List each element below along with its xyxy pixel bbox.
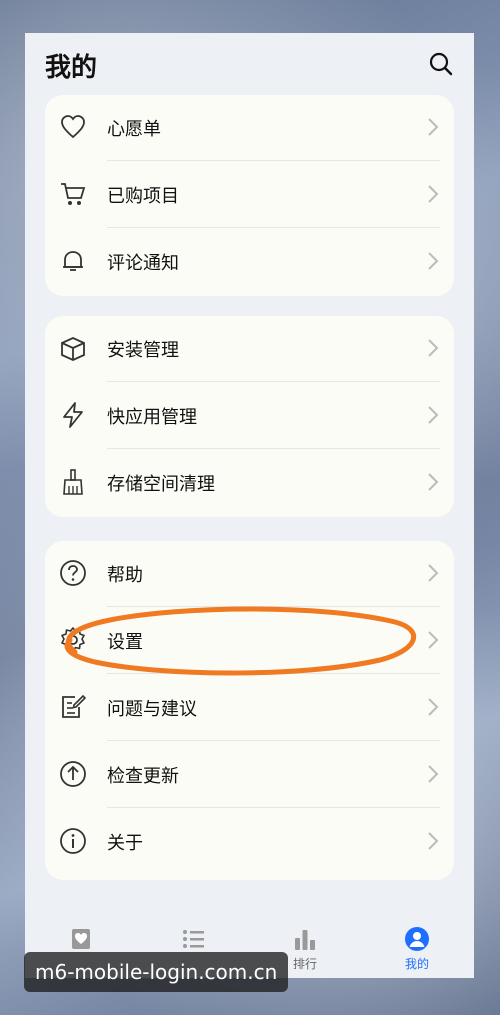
heart-icon	[68, 926, 94, 952]
list-icon	[180, 926, 206, 952]
page-title: 我的	[45, 53, 98, 83]
menu-item-label: 存储空间清理	[107, 474, 215, 495]
divider	[107, 448, 440, 449]
box-icon	[59, 334, 87, 362]
menu-group-3: 帮助 设置 问题与建议 检查更新 关于	[45, 541, 454, 880]
divider	[107, 673, 440, 674]
menu-item-label: 关于	[107, 833, 143, 854]
chevron-right-icon	[426, 251, 440, 271]
heart-icon	[59, 113, 87, 141]
menu-item-feedback[interactable]: 问题与建议	[45, 675, 454, 741]
menu-item-label: 心愿单	[107, 119, 161, 140]
divider	[107, 160, 440, 161]
broom-icon	[59, 468, 87, 496]
menu-item-label: 快应用管理	[107, 407, 197, 428]
chevron-right-icon	[426, 338, 440, 358]
divider	[107, 807, 440, 808]
chevron-right-icon	[426, 405, 440, 425]
chevron-right-icon	[426, 472, 440, 492]
chevron-right-icon	[426, 630, 440, 650]
gear-icon	[59, 626, 87, 654]
feedback-icon	[59, 693, 87, 721]
menu-item-label: 评论通知	[107, 253, 179, 274]
menu-item-label: 问题与建议	[107, 699, 197, 720]
chevron-right-icon	[426, 563, 440, 583]
menu-item-label: 检查更新	[107, 766, 179, 787]
tab-mine[interactable]: 我的	[361, 920, 473, 978]
divider	[107, 606, 440, 607]
chevron-right-icon	[426, 117, 440, 137]
cart-icon	[59, 180, 87, 208]
search-icon[interactable]	[428, 51, 454, 77]
menu-item-label: 安装管理	[107, 340, 179, 361]
menu-item-install-manage[interactable]: 安装管理	[45, 316, 454, 382]
divider	[107, 381, 440, 382]
menu-item-check-update[interactable]: 检查更新	[45, 742, 454, 808]
chevron-right-icon	[426, 831, 440, 851]
header: 我的	[25, 33, 474, 95]
watermark: m6-mobile-login.com.cn	[24, 952, 289, 992]
menu-item-storage-clean[interactable]: 存储空间清理	[45, 450, 454, 516]
divider	[107, 227, 440, 228]
chevron-right-icon	[426, 184, 440, 204]
menu-item-label: 帮助	[107, 565, 143, 586]
menu-item-purchased[interactable]: 已购项目	[45, 162, 454, 228]
chevron-right-icon	[426, 764, 440, 784]
divider	[107, 740, 440, 741]
person-icon	[404, 926, 430, 952]
question-icon	[59, 559, 87, 587]
menu-group-2: 安装管理 快应用管理 存储空间清理	[45, 316, 454, 517]
menu-item-label: 已购项目	[107, 186, 179, 207]
menu-item-wishlist[interactable]: 心愿单	[45, 95, 454, 161]
menu-item-comment-notify[interactable]: 评论通知	[45, 229, 454, 295]
menu-group-1: 心愿单 已购项目 评论通知	[45, 95, 454, 296]
menu-item-label: 设置	[107, 632, 143, 653]
menu-item-quick-app[interactable]: 快应用管理	[45, 383, 454, 449]
upload-icon	[59, 760, 87, 788]
tab-label: 我的	[404, 957, 429, 971]
menu-item-settings[interactable]: 设置	[45, 608, 454, 674]
bell-icon	[59, 247, 87, 275]
menu-item-about[interactable]: 关于	[45, 809, 454, 875]
lightning-icon	[59, 401, 87, 429]
phone-screen: 我的 心愿单 已购项目 评论通知 安装管理 快应用管理 存储空间清理 帮助 设置…	[25, 33, 474, 978]
menu-item-help[interactable]: 帮助	[45, 541, 454, 607]
bar-chart-icon	[292, 926, 318, 952]
chevron-right-icon	[426, 697, 440, 717]
info-icon	[59, 827, 87, 855]
